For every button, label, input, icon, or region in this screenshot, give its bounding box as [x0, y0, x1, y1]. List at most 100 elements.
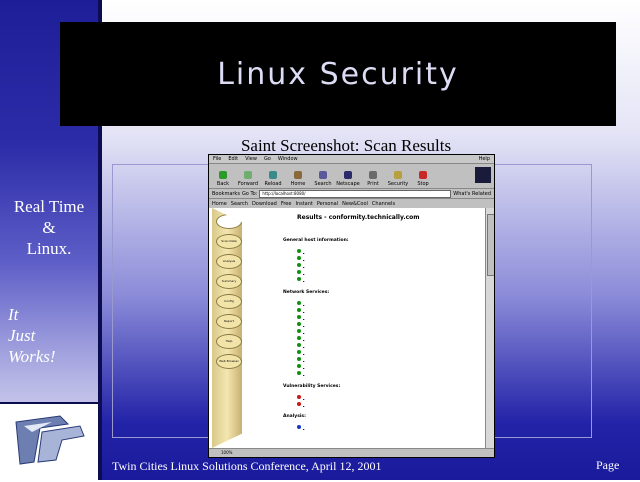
tool-config[interactable]: Config [216, 294, 242, 309]
list-item [297, 349, 304, 354]
menu-help[interactable]: Help [479, 156, 490, 162]
forward-button[interactable]: Forward [237, 165, 259, 187]
netscape-logo-icon [475, 167, 491, 183]
status-dot-icon [297, 262, 301, 267]
personal-link[interactable]: Download [252, 201, 277, 207]
netscape-button[interactable]: Netscape [336, 165, 360, 187]
back-icon [219, 171, 227, 179]
reload-label: Reload [264, 181, 282, 187]
status-dot-icon [297, 363, 301, 368]
list-item [297, 401, 304, 406]
stop-button[interactable]: Stop [412, 165, 434, 187]
print-button[interactable]: Print [362, 165, 384, 187]
status-bar: 100% [209, 448, 494, 457]
saint-tools-column: Scan Data Analysis Summary Config Report… [212, 208, 242, 448]
status-dot-icon [297, 335, 301, 340]
forward-icon [244, 171, 252, 179]
left-text-line: It [8, 305, 19, 324]
status-dot-icon [297, 394, 301, 399]
list-item [297, 255, 304, 260]
search-icon [319, 171, 327, 179]
url-input[interactable]: http://localhost:8080/ [259, 189, 452, 198]
status-dot-icon [297, 401, 301, 406]
stop-label: Stop [417, 181, 429, 187]
tool-web-browser[interactable]: Web Browser [216, 354, 242, 369]
slide-footer: Twin Cities Linux Solutions Conference, … [112, 459, 382, 473]
page-content: Scan Data Analysis Summary Config Report… [209, 208, 494, 448]
tclug-logo [15, 415, 85, 465]
list-item [297, 394, 304, 399]
list-item [297, 363, 304, 368]
personal-link[interactable]: Personal [317, 201, 338, 207]
status-dot-icon [297, 307, 301, 312]
menu-bar: File Edit View Go Window Help [209, 155, 494, 164]
list-item [297, 248, 304, 253]
forward-label: Forward [237, 181, 259, 187]
search-button[interactable]: Search [312, 165, 334, 187]
security-label: Security [387, 181, 409, 187]
back-button[interactable]: Back [212, 165, 234, 187]
list-item [297, 276, 304, 281]
page-label: Page [596, 458, 620, 472]
left-text-line: & [42, 218, 56, 237]
list-item [297, 314, 304, 319]
tool-help[interactable]: Help [216, 334, 242, 349]
menu-view[interactable]: View [245, 156, 257, 162]
menu-file[interactable]: File [213, 156, 221, 162]
netscape-icon [344, 171, 352, 179]
list-item [297, 321, 304, 326]
home-label: Home [290, 181, 306, 187]
reload-button[interactable]: Reload [262, 165, 284, 187]
personal-link[interactable]: Instant [295, 201, 312, 207]
section-header: Vulnerability Services: [283, 384, 341, 389]
goto-label: Go To: [241, 190, 258, 197]
status-dot-icon [297, 255, 301, 260]
tool-analysis[interactable]: Analysis [216, 254, 242, 269]
stop-icon [419, 171, 427, 179]
tool-summary[interactable]: Summary [216, 274, 242, 289]
scrollbar-thumb[interactable] [487, 214, 494, 276]
section-header: Analysis: [283, 414, 306, 419]
print-label: Print [367, 181, 379, 187]
personal-link[interactable]: Search [231, 201, 248, 207]
tool-scan-data[interactable]: Scan Data [216, 234, 242, 249]
list-item [297, 269, 304, 274]
status-dot-icon [297, 342, 301, 347]
results-title: Results - conformity.technically.com [297, 214, 420, 221]
list-item [297, 335, 304, 340]
back-label: Back [216, 181, 230, 187]
status-dot-icon [297, 349, 301, 354]
section-header: General host information: [283, 238, 349, 243]
slide-subtitle: Saint Screenshot: Scan Results [240, 136, 452, 155]
left-text-line: Real Time [13, 197, 85, 216]
section-header: Network Services: [283, 290, 330, 295]
navigation-toolbar: Back Forward Reload Home Search Netscape… [209, 164, 494, 189]
list-item [297, 370, 304, 375]
status-dot-icon [297, 314, 301, 319]
bookmarks-button[interactable]: Bookmarks [212, 191, 240, 197]
personal-link[interactable]: New&Cool [342, 201, 368, 207]
menu-edit[interactable]: Edit [228, 156, 238, 162]
menu-go[interactable]: Go [264, 156, 271, 162]
personal-link[interactable]: Home [212, 201, 227, 207]
security-button[interactable]: Security [387, 165, 409, 187]
vertical-scrollbar[interactable] [485, 208, 494, 448]
reload-icon [269, 171, 277, 179]
personal-link[interactable]: Channels [372, 201, 395, 207]
lock-icon [394, 171, 402, 179]
status-dot-icon [297, 370, 301, 375]
list-item [297, 342, 304, 347]
whats-related-button[interactable]: What's Related [453, 191, 491, 197]
status-dot-icon [297, 356, 301, 361]
home-button[interactable]: Home [287, 165, 309, 187]
tool-report[interactable]: Report [216, 314, 242, 329]
browser-window: File Edit View Go Window Help Back Forwa… [208, 154, 495, 458]
slide-title: Linux Security [217, 56, 459, 92]
search-label: Search [314, 181, 332, 187]
title-bar: Linux Security [60, 22, 616, 126]
real-time-linux-text: Real Time & Linux. [0, 196, 98, 259]
status-dot-icon [297, 269, 301, 274]
it-just-works-text: It Just Works! [8, 304, 56, 367]
personal-link[interactable]: Free [281, 201, 292, 207]
menu-window[interactable]: Window [278, 156, 298, 162]
